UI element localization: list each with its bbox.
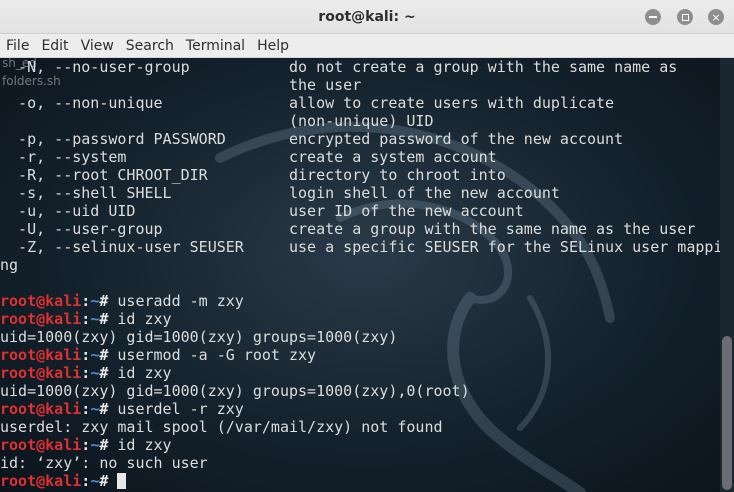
command-line: root@kali:~# userdel -r zxy	[0, 400, 720, 418]
prompt-user-host: root@kali	[0, 310, 82, 328]
prompt-separator: :	[81, 400, 91, 418]
terminal-window: root@kali: ~ × File Edit View Search Ter…	[0, 0, 734, 492]
terminal-lines: -N, --no-user-group do not create a grou…	[0, 58, 720, 490]
prompt-path: ~	[90, 292, 100, 310]
output-line: -o, --non-unique allow to create users w…	[0, 94, 615, 112]
menu-view[interactable]: View	[75, 38, 120, 54]
output-line: ng	[0, 256, 19, 274]
scrollbar[interactable]	[720, 58, 734, 492]
prompt-user-host: root@kali	[0, 346, 82, 364]
command-line: root@kali:~# usermod -a -G root zxy	[0, 346, 720, 364]
prompt-path: ~	[90, 436, 100, 454]
prompt-separator: :	[81, 364, 91, 382]
output-line: -r, --system create a system account	[0, 148, 497, 166]
command-line: root@kali:~# id zxy	[0, 364, 720, 382]
prompt-user-host: root@kali	[0, 364, 82, 382]
terminal-output-area[interactable]: sh_ed folders.sh -N, --no-user-group do …	[0, 58, 734, 492]
command-line: root@kali:~# id zxy	[0, 310, 720, 328]
output-line: -N, --no-user-group do not create a grou…	[0, 58, 678, 76]
prompt-separator: :	[81, 472, 91, 490]
output-line: -R, --root CHROOT_DIR directory to chroo…	[0, 166, 506, 184]
output-line: -s, --shell SHELL login shell of the new…	[0, 184, 560, 202]
title-bar[interactable]: root@kali: ~ ×	[0, 0, 734, 34]
close-button[interactable]: ×	[708, 9, 724, 25]
menu-help[interactable]: Help	[251, 38, 295, 54]
prompt-separator: :	[81, 292, 91, 310]
prompt-separator: :	[81, 310, 91, 328]
prompt-user-host: root@kali	[0, 292, 82, 310]
output-line: -u, --uid UID user ID of the new account	[0, 202, 524, 220]
prompt-separator: :	[81, 436, 91, 454]
minimize-icon	[649, 16, 657, 18]
prompt-separator: :	[81, 346, 91, 364]
prompt-user-host: root@kali	[0, 400, 82, 418]
command-text	[108, 472, 117, 490]
command-text: id zxy	[108, 436, 172, 454]
menu-file[interactable]: File	[0, 38, 35, 54]
menu-search[interactable]: Search	[120, 38, 180, 54]
output-line: uid=1000(zxy) gid=1000(zxy) groups=1000(…	[0, 382, 470, 400]
output-line: id: ‘zxy’: no such user	[0, 454, 208, 472]
minimize-button[interactable]	[645, 9, 661, 25]
output-line: (non-unique) UID	[0, 112, 434, 130]
prompt-path: ~	[90, 346, 100, 364]
prompt-path: ~	[90, 472, 100, 490]
command-line: root@kali:~#	[0, 472, 720, 490]
output-line: -U, --user-group create a group with the…	[0, 220, 696, 238]
command-text: id zxy	[108, 310, 172, 328]
menu-edit[interactable]: Edit	[35, 38, 74, 54]
output-line: -p, --password PASSWORD encrypted passwo…	[0, 130, 624, 148]
window-title: root@kali: ~	[318, 9, 416, 25]
menu-terminal[interactable]: Terminal	[180, 38, 251, 54]
text-cursor	[117, 473, 127, 489]
close-icon: ×	[711, 10, 721, 24]
prompt-user-host: root@kali	[0, 436, 82, 454]
command-line: root@kali:~# id zxy	[0, 436, 720, 454]
prompt-path: ~	[90, 400, 100, 418]
command-text: usermod -a -G root zxy	[108, 346, 317, 364]
command-text: useradd -m zxy	[108, 292, 244, 310]
command-line: root@kali:~# useradd -m zxy	[0, 292, 720, 310]
command-text: userdel -r zxy	[108, 400, 244, 418]
output-line: uid=1000(zxy) gid=1000(zxy) groups=1000(…	[0, 328, 398, 346]
maximize-button[interactable]	[677, 9, 693, 25]
prompt-path: ~	[90, 364, 100, 382]
output-line: the user	[0, 76, 362, 94]
command-text: id zxy	[108, 364, 172, 382]
prompt-user-host: root@kali	[0, 472, 82, 490]
output-line: userdel: zxy mail spool (/var/mail/zxy) …	[0, 418, 443, 436]
prompt-path: ~	[90, 310, 100, 328]
maximize-icon	[681, 13, 689, 21]
menu-bar: File Edit View Search Terminal Help	[0, 34, 734, 58]
output-line: -Z, --selinux-user SEUSER use a specific…	[0, 238, 720, 256]
scrollbar-thumb[interactable]	[722, 336, 732, 490]
